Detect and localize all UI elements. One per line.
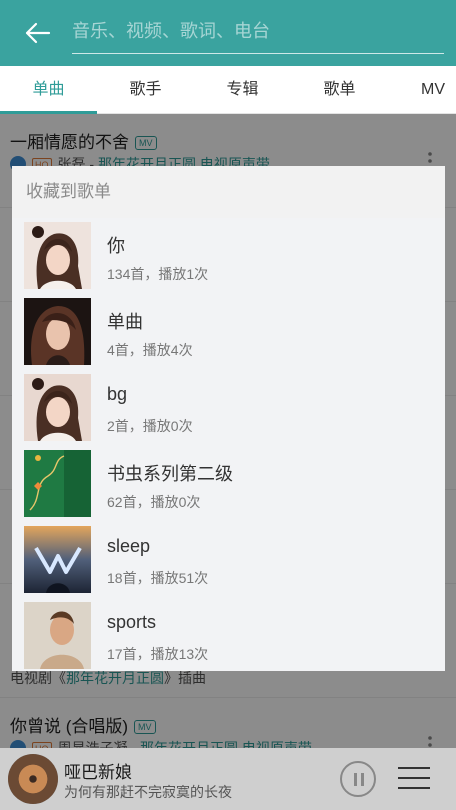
playlist-item[interactable]: bg 2首，播放0次: [12, 374, 445, 450]
playlist-stats: 2首，播放0次: [107, 418, 193, 434]
tab-playlists[interactable]: 歌单: [291, 66, 388, 114]
pause-button[interactable]: [340, 761, 376, 797]
search-input[interactable]: [72, 16, 444, 46]
playlist-item[interactable]: 你 134首，播放1次: [12, 222, 445, 298]
playlist-name: 书虫系列第二级: [107, 464, 233, 484]
tab-songs[interactable]: 单曲: [0, 66, 97, 114]
playlist-item[interactable]: 单曲 4首，播放4次: [12, 298, 445, 374]
playlist-item[interactable]: 书虫系列第二级 62首，播放0次: [12, 450, 445, 526]
playlist-name: sports: [107, 612, 157, 632]
dialog-title: 收藏到歌单: [12, 166, 445, 218]
now-playing-title: 哑巴新娘: [64, 763, 132, 782]
playlist-stats: 17首，播放13次: [107, 646, 209, 662]
now-playing-subtitle: 为何有那赶不完寂寞的长夜: [64, 784, 232, 800]
tab-mv[interactable]: MV: [396, 66, 456, 114]
playlist-stats: 62首，播放0次: [107, 494, 201, 510]
now-playing-album-art[interactable]: [8, 754, 58, 804]
playlist-stats: 18首，播放51次: [107, 570, 209, 586]
playlist-cover: [24, 526, 91, 593]
pause-icon: [354, 773, 357, 786]
playlist-name: 单曲: [107, 312, 143, 332]
playlist-cover: [24, 222, 91, 289]
top-bar: [0, 0, 456, 66]
tab-albums[interactable]: 专辑: [194, 66, 291, 114]
playlist-item[interactable]: sports 17首，播放13次: [12, 602, 445, 671]
playlist-menu-icon[interactable]: [398, 765, 430, 791]
playlist-cover: [24, 298, 91, 365]
category-tabs: 单曲 歌手 专辑 歌单 MV: [0, 66, 456, 114]
playlist-cover: [24, 450, 91, 517]
mini-player[interactable]: 哑巴新娘 为何有那赶不完寂寞的长夜: [0, 748, 456, 810]
search-field: [72, 14, 444, 54]
add-to-playlist-dialog: 收藏到歌单 你 134首，播放1次 单曲 4首，播放4次 bg 2首，播放0次 …: [12, 166, 445, 671]
tab-artists[interactable]: 歌手: [97, 66, 194, 114]
playlist-name: 你: [107, 236, 125, 256]
playlist-name: sleep: [107, 536, 151, 556]
playlist-name: bg: [107, 384, 128, 404]
playlist-stats: 4首，播放4次: [107, 342, 193, 358]
playlist-cover: [24, 374, 91, 441]
playlist-stats: 134首，播放1次: [107, 266, 209, 282]
playlist-cover: [24, 602, 91, 669]
back-arrow-icon[interactable]: [22, 18, 52, 48]
playlist-item[interactable]: sleep 18首，播放51次: [12, 526, 445, 602]
